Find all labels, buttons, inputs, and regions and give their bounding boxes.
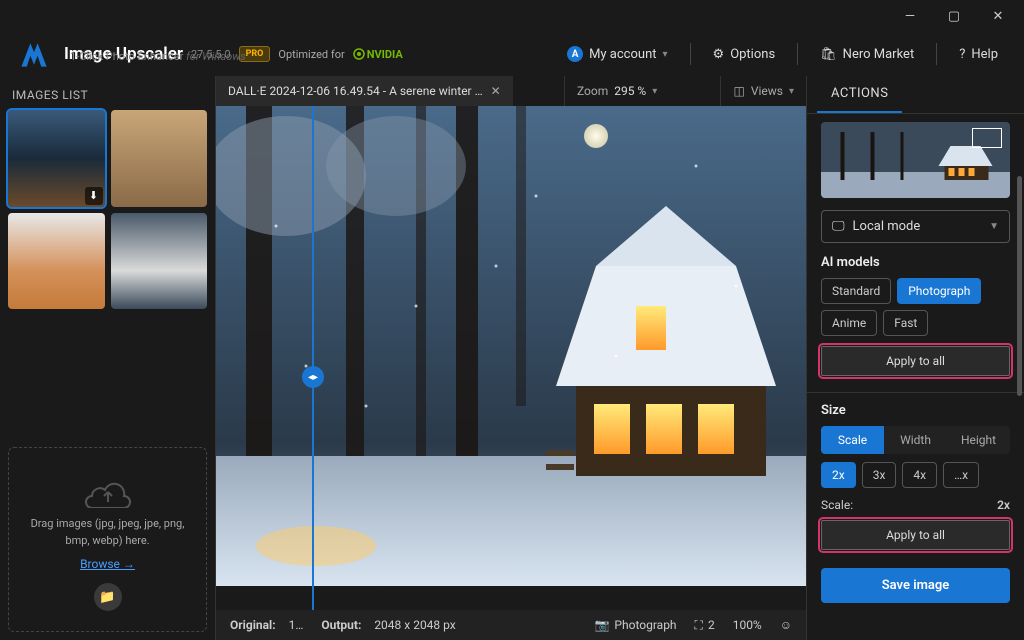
options-button[interactable]: ⚙ Options (703, 41, 786, 68)
mode-select[interactable]: 🖵 Local mode ▼ (821, 210, 1010, 243)
folder-button[interactable]: 📁 (94, 583, 122, 611)
account-avatar-icon: A (567, 46, 583, 62)
chevron-down-icon: ▾ (652, 86, 657, 97)
browse-link[interactable]: Browse → (80, 557, 135, 571)
close-icon[interactable]: ✕ (491, 84, 501, 98)
chevron-down-icon: ▼ (989, 221, 999, 232)
compare-slider-handle[interactable]: ◂▸ (302, 366, 324, 388)
window-minimize[interactable]: — (892, 2, 928, 30)
output-size: Output: 2048 x 2048 px (321, 618, 455, 632)
app-subtitle: 1-Click Photo Enhancer for Windows (70, 50, 246, 63)
scale-value: 2x (997, 498, 1010, 512)
camera-icon: 📷 (594, 618, 609, 632)
images-list-title: IMAGES LIST (8, 84, 207, 106)
model-fast[interactable]: Fast (883, 310, 928, 336)
window-close[interactable]: ✕ (980, 2, 1016, 30)
image-canvas[interactable]: ◂▸ (216, 106, 806, 610)
app-logo (16, 36, 52, 72)
preview-image (216, 106, 806, 586)
model-photograph[interactable]: Photograph (897, 278, 981, 304)
apply-size-button[interactable]: Apply to all (821, 520, 1010, 550)
size-tab-scale[interactable]: Scale (821, 426, 884, 454)
navigator-thumbnail[interactable] (821, 122, 1010, 198)
scale-3x[interactable]: 3x (862, 462, 897, 488)
sliders-icon: ⚙ (713, 47, 725, 62)
window-maximize[interactable]: ▢ (936, 2, 972, 30)
compare-slider-line[interactable] (312, 106, 314, 610)
status-scale: ⛶2 (695, 618, 715, 633)
monitor-icon: 🖵 (832, 219, 845, 234)
original-size: Original: 1… (230, 618, 303, 632)
tab-title: DALL·E 2024-12-06 16.49.54 - A serene wi… (228, 84, 483, 98)
zoom-control[interactable]: Zoom 295 % ▾ (564, 76, 669, 106)
nvidia-badge: NVIDIA (353, 48, 403, 61)
size-tab-width[interactable]: Width (884, 426, 947, 454)
thumbnail-4[interactable] (111, 213, 208, 310)
cloud-upload-icon (80, 468, 136, 508)
actions-tab[interactable]: ACTIONS (817, 76, 902, 113)
split-view-icon: ◫ (733, 84, 744, 98)
scrollbar[interactable] (1017, 176, 1022, 580)
thumbnail-1[interactable]: ⬇ (8, 110, 105, 207)
status-model: 📷Photograph (594, 618, 676, 632)
folder-icon: 📁 (99, 590, 115, 605)
download-icon[interactable]: ⬇ (85, 187, 103, 205)
scale-4x[interactable]: 4x (902, 462, 937, 488)
navigator-viewport[interactable] (972, 128, 1002, 148)
account-menu[interactable]: A My account ▾ (557, 40, 677, 68)
save-image-button[interactable]: Save image (821, 568, 1010, 603)
cart-icon: 🛍 (820, 47, 837, 62)
scale-custom[interactable]: …x (943, 462, 979, 488)
scale-label: Scale: (821, 498, 853, 512)
model-anime[interactable]: Anime (821, 310, 877, 336)
help-button[interactable]: ? Help (949, 41, 1008, 68)
apply-models-button[interactable]: Apply to all (821, 346, 1010, 376)
size-title: Size (821, 403, 1010, 418)
ai-models-title: AI models (821, 255, 1010, 270)
drop-text: Drag images (jpg, jpeg, jpe, png, bmp, w… (19, 516, 196, 549)
chevron-down-icon: ▾ (789, 86, 794, 97)
help-icon: ? (959, 47, 965, 62)
drop-zone[interactable]: Drag images (jpg, jpeg, jpe, png, bmp, w… (8, 447, 207, 632)
size-tab-height[interactable]: Height (947, 426, 1010, 454)
thumbnail-3[interactable] (8, 213, 105, 310)
model-standard[interactable]: Standard (821, 278, 891, 304)
chevron-down-icon: ▾ (663, 49, 668, 60)
status-progress: 100% (733, 618, 762, 632)
market-button[interactable]: 🛍 Nero Market (810, 41, 924, 68)
expand-icon: ⛶ (695, 618, 703, 633)
thumbnail-2[interactable] (111, 110, 208, 207)
views-control[interactable]: ◫ Views ▾ (720, 76, 806, 106)
image-tab[interactable]: DALL·E 2024-12-06 16.49.54 - A serene wi… (216, 76, 513, 106)
status-face-icon: ☺ (780, 618, 792, 632)
scale-2x[interactable]: 2x (821, 462, 856, 488)
optimized-label: Optimized for (278, 48, 344, 61)
